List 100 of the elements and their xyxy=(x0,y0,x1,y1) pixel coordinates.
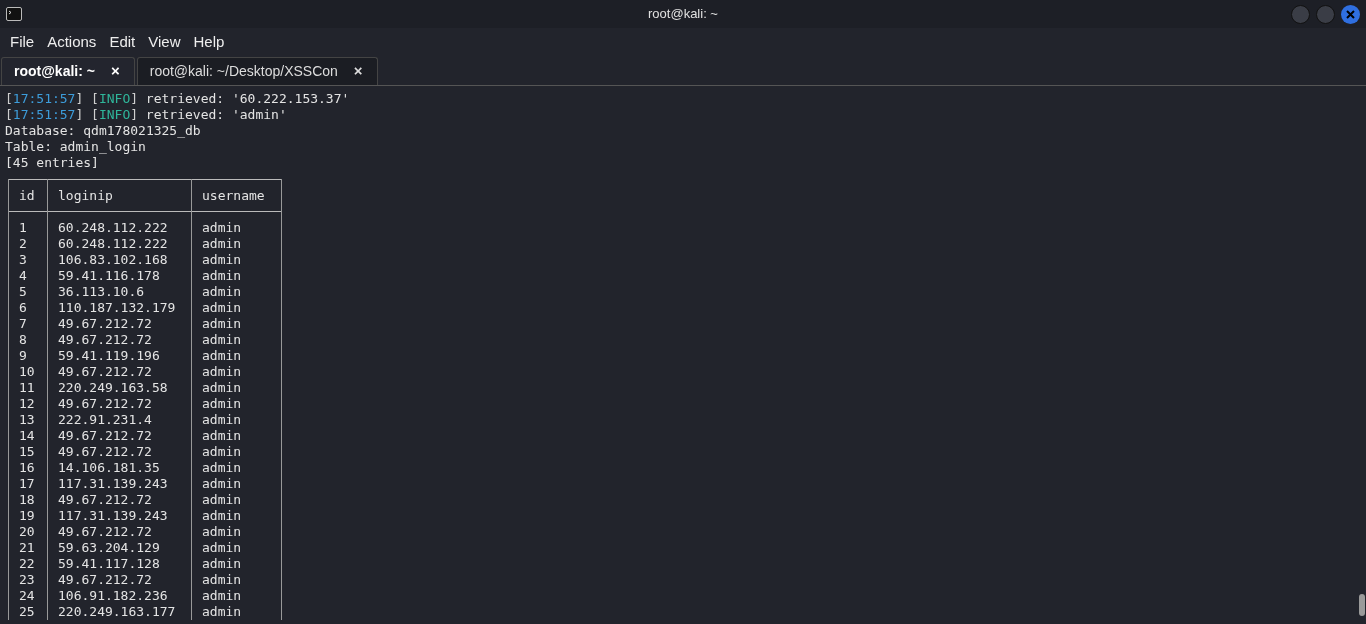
table-cell: 22 xyxy=(8,556,48,572)
table-cell: 49.67.212.72 xyxy=(47,524,192,540)
table-cell: admin xyxy=(191,460,282,476)
table-cell: 117.31.139.243 xyxy=(47,476,192,492)
log-level: INFO xyxy=(98,91,131,107)
table-cell: admin xyxy=(191,316,282,332)
menu-item[interactable]: Edit xyxy=(103,30,142,54)
terminal-icon xyxy=(6,7,22,21)
table-cell: admin xyxy=(191,300,282,316)
table-cell: 12 xyxy=(8,396,48,412)
table-cell: 220.249.163.58 xyxy=(47,380,192,396)
output-line: [45 entries] xyxy=(5,155,99,171)
log-bracket: [ xyxy=(5,107,13,123)
table-cell: admin xyxy=(191,604,282,620)
log-bracket: ] xyxy=(75,91,84,107)
table-cell: 11 xyxy=(8,380,48,396)
log-message: retrieved: 'admin' xyxy=(145,107,287,123)
table-cell: 106.91.182.236 xyxy=(47,588,192,604)
table-cell: admin xyxy=(191,444,282,460)
table-cell: admin xyxy=(191,332,282,348)
minimize-button[interactable] xyxy=(1291,4,1310,24)
log-bracket: [ xyxy=(91,107,99,123)
menu-item[interactable]: File xyxy=(4,30,41,54)
tab[interactable]: root@kali: ~ × xyxy=(1,57,135,85)
table-cell: 59.41.116.178 xyxy=(47,268,192,284)
table-cell: 59.41.119.196 xyxy=(47,348,192,364)
table-cell: 14 xyxy=(8,428,48,444)
table-cell: 60.248.112.222 xyxy=(47,211,192,236)
tab-label: root@kali: ~/Desktop/XSSCon xyxy=(149,62,338,81)
output-line: Table: admin_login xyxy=(5,139,146,155)
table-cell: admin xyxy=(191,364,282,380)
table-cell: 18 xyxy=(8,492,48,508)
menu-item[interactable]: Actions xyxy=(41,30,103,54)
log-message: retrieved: '60.222.153.37' xyxy=(145,91,350,107)
table-cell: 59.41.117.128 xyxy=(47,556,192,572)
close-icon xyxy=(1346,9,1355,19)
table-cell: 49.67.212.72 xyxy=(47,332,192,348)
table-cell: 49.67.212.72 xyxy=(47,444,192,460)
log-bracket: [ xyxy=(91,91,99,107)
table-cell: 60.248.112.222 xyxy=(47,236,192,252)
table-cell: 17 xyxy=(8,476,48,492)
table-cell: 7 xyxy=(8,316,48,332)
table-cell: admin xyxy=(191,380,282,396)
table-cell: admin xyxy=(191,572,282,588)
table-cell: 25 xyxy=(8,604,48,620)
table-cell: 10 xyxy=(8,364,48,380)
close-button[interactable] xyxy=(1341,4,1360,24)
table-cell: admin xyxy=(191,540,282,556)
table-cell: admin xyxy=(191,348,282,364)
table-cell: 49.67.212.72 xyxy=(47,396,192,412)
menu-item[interactable]: View xyxy=(142,30,187,54)
log-bracket: ] xyxy=(130,107,139,123)
table-cell: 19 xyxy=(8,508,48,524)
table-cell: admin xyxy=(191,508,282,524)
tab-close-button[interactable]: × xyxy=(108,60,122,83)
table-cell: 117.31.139.243 xyxy=(47,508,192,524)
window-title: root@kali: ~ xyxy=(648,5,718,24)
table-cell: 59.63.204.129 xyxy=(47,540,192,556)
table-cell: admin xyxy=(191,268,282,284)
scrollbar-thumb xyxy=(1359,594,1365,616)
table-cell: admin xyxy=(191,412,282,428)
log-time: 17:51:57 xyxy=(12,107,76,123)
menu-item[interactable]: Help xyxy=(187,30,231,54)
table-cell: 8 xyxy=(8,332,48,348)
table-cell: 23 xyxy=(8,572,48,588)
table-cell: 24 xyxy=(8,588,48,604)
table-cell: 1 xyxy=(8,211,48,236)
table-cell: 49.67.212.72 xyxy=(47,428,192,444)
column-header: loginip xyxy=(47,179,192,212)
output-line: Database: qdm178021325_db xyxy=(5,123,201,139)
table-cell: admin xyxy=(191,211,282,236)
column-header: id xyxy=(8,179,48,212)
table-cell: 16 xyxy=(8,460,48,476)
table-cell: admin xyxy=(191,476,282,492)
tab-label: root@kali: ~ xyxy=(14,62,95,81)
table-cell: 36.113.10.6 xyxy=(47,284,192,300)
table-cell: admin xyxy=(191,492,282,508)
table-cell: 3 xyxy=(8,252,48,268)
log-bracket: ] xyxy=(130,91,139,107)
tab[interactable]: root@kali: ~/Desktop/XSSCon × xyxy=(136,57,378,85)
table-cell: 49.67.212.72 xyxy=(47,572,192,588)
table-cell: admin xyxy=(191,284,282,300)
table-cell: 220.249.163.177 xyxy=(47,604,192,620)
table-cell: 20 xyxy=(8,524,48,540)
tab-close-button[interactable]: × xyxy=(351,60,365,83)
table-cell: 222.91.231.4 xyxy=(47,412,192,428)
table-cell: 15 xyxy=(8,444,48,460)
table-cell: 14.106.181.35 xyxy=(47,460,192,476)
table-cell: 49.67.212.72 xyxy=(47,316,192,332)
table-cell: 2 xyxy=(8,236,48,252)
maximize-button[interactable] xyxy=(1316,4,1335,24)
column-header: username xyxy=(191,179,282,212)
table-cell: admin xyxy=(191,396,282,412)
log-bracket: [ xyxy=(5,91,13,107)
table-cell: 49.67.212.72 xyxy=(47,364,192,380)
table-cell: 6 xyxy=(8,300,48,316)
table-cell: 9 xyxy=(8,348,48,364)
table-cell: admin xyxy=(191,236,282,252)
table-cell: admin xyxy=(191,556,282,572)
table-cell: admin xyxy=(191,524,282,540)
